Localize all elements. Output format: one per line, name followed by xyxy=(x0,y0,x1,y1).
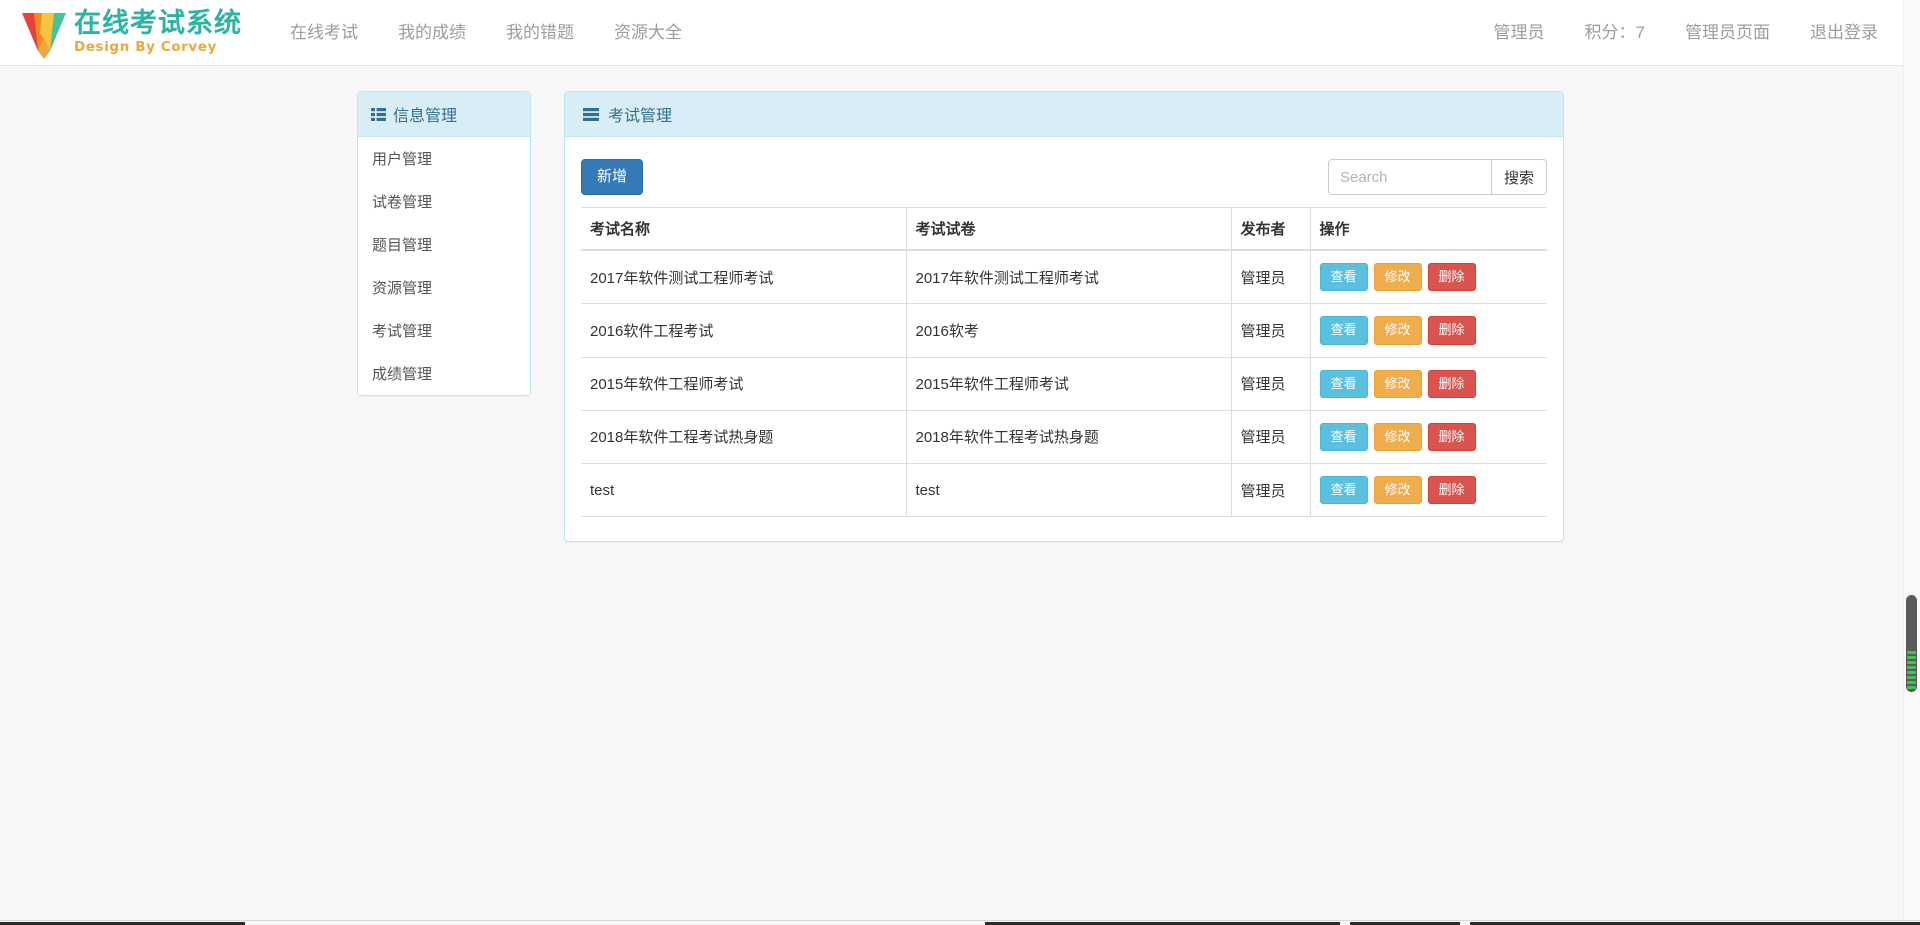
table-body: 2017年软件测试工程师考试 2017年软件测试工程师考试 管理员 查看 修改 … xyxy=(581,250,1547,518)
table-header-row: 考试名称 考试试卷 发布者 操作 xyxy=(581,207,1547,252)
edit-button[interactable]: 修改 xyxy=(1373,263,1422,292)
cell-publisher: 管理员 xyxy=(1231,303,1311,358)
cell-publisher: 管理员 xyxy=(1231,463,1311,518)
table-toolbar: 新增 搜索 xyxy=(581,159,1547,196)
panel-body: 新增 搜索 考试名称 考试试卷 发布者 操作 20 xyxy=(565,137,1563,541)
page-scrollbar-track[interactable] xyxy=(1903,0,1920,925)
cell-operations: 查看 修改 删除 xyxy=(1310,357,1547,411)
sidebar-header: 信息管理 xyxy=(358,92,530,137)
cell-exam-name: 2015年软件工程师考试 xyxy=(581,357,907,411)
row-actions: 查看 修改 删除 xyxy=(1319,316,1539,345)
cell-exam-paper: 2017年软件测试工程师考试 xyxy=(906,250,1232,305)
nav-item-resources[interactable]: 资源大全 xyxy=(594,0,702,66)
cell-exam-name: 2018年软件工程考试热身题 xyxy=(581,410,907,465)
search-group: 搜索 xyxy=(1327,159,1547,195)
edit-button[interactable]: 修改 xyxy=(1373,369,1422,398)
view-button[interactable]: 查看 xyxy=(1319,369,1368,398)
delete-button[interactable]: 删除 xyxy=(1427,316,1476,345)
scrollbar-marks-icon xyxy=(1907,641,1916,689)
table-row: 2015年软件工程师考试 2015年软件工程师考试 管理员 查看 修改 删除 xyxy=(581,357,1547,411)
cell-exam-name: 2016软件工程考试 xyxy=(581,303,907,358)
panel-header: 考试管理 xyxy=(565,92,1563,137)
search-button[interactable]: 搜索 xyxy=(1490,159,1547,195)
sidebar-item-question-management[interactable]: 题目管理 xyxy=(358,223,530,266)
chevron-v-logo-icon xyxy=(18,7,70,59)
cell-operations: 查看 修改 删除 xyxy=(1310,410,1547,465)
cell-publisher: 管理员 xyxy=(1231,250,1311,305)
cell-operations: 查看 修改 删除 xyxy=(1310,463,1547,518)
edit-button[interactable]: 修改 xyxy=(1373,476,1422,505)
align-justify-icon xyxy=(583,107,599,121)
cell-publisher: 管理员 xyxy=(1231,357,1311,411)
edit-button[interactable]: 修改 xyxy=(1373,316,1422,345)
cell-exam-name: 2017年软件测试工程师考试 xyxy=(581,250,907,305)
delete-button[interactable]: 删除 xyxy=(1427,263,1476,292)
info-management-sidebar: 信息管理 用户管理 试卷管理 题目管理 资源管理 考试管理 成绩管理 xyxy=(357,91,531,396)
table-row: 2018年软件工程考试热身题 2018年软件工程考试热身题 管理员 查看 修改 … xyxy=(581,410,1547,465)
cell-exam-paper: 2016软考 xyxy=(906,303,1232,358)
page-scrollbar-thumb[interactable] xyxy=(1906,595,1917,692)
column-header-publisher: 发布者 xyxy=(1231,207,1311,252)
row-actions: 查看 修改 删除 xyxy=(1319,369,1539,398)
nav-item-my-scores[interactable]: 我的成绩 xyxy=(378,0,486,66)
view-button[interactable]: 查看 xyxy=(1319,263,1368,292)
cell-exam-name: test xyxy=(581,463,907,518)
exam-management-panel: 考试管理 新增 搜索 考试名称 考试试卷 发布者 操作 xyxy=(564,91,1564,543)
brand-logo-link[interactable]: 在线考试系统 Design By Corvey xyxy=(18,5,242,61)
sidebar-item-resource-management[interactable]: 资源管理 xyxy=(358,266,530,309)
cell-exam-paper: 2018年软件工程考试热身题 xyxy=(906,410,1232,465)
panel-header-title: 考试管理 xyxy=(608,108,673,125)
cell-publisher: 管理员 xyxy=(1231,410,1311,465)
nav-item-logout[interactable]: 退出登录 xyxy=(1790,0,1898,66)
cell-operations: 查看 修改 删除 xyxy=(1310,250,1547,305)
sidebar-item-score-management[interactable]: 成绩管理 xyxy=(358,352,530,395)
sidebar-header-title: 信息管理 xyxy=(393,108,458,125)
primary-nav: 在线考试 我的成绩 我的错题 资源大全 xyxy=(270,0,702,66)
table-row: test test 管理员 查看 修改 删除 xyxy=(581,463,1547,518)
view-button[interactable]: 查看 xyxy=(1319,422,1368,451)
row-actions: 查看 修改 删除 xyxy=(1319,422,1539,451)
user-nav: 管理员 积分：7 管理员页面 退出登录 xyxy=(1474,0,1898,66)
nav-item-my-mistakes[interactable]: 我的错题 xyxy=(486,0,594,66)
nav-item-online-exam[interactable]: 在线考试 xyxy=(270,0,378,66)
column-header-exam-paper: 考试试卷 xyxy=(906,207,1232,252)
delete-button[interactable]: 删除 xyxy=(1427,422,1476,451)
sidebar-item-paper-management[interactable]: 试卷管理 xyxy=(358,180,530,223)
page-container: 信息管理 用户管理 试卷管理 题目管理 资源管理 考试管理 成绩管理 考试管理 xyxy=(0,66,1920,925)
cell-exam-paper: 2015年软件工程师考试 xyxy=(906,357,1232,411)
view-button[interactable]: 查看 xyxy=(1319,476,1368,505)
edit-button[interactable]: 修改 xyxy=(1373,422,1422,451)
sidebar-item-user-management[interactable]: 用户管理 xyxy=(358,137,530,180)
search-input[interactable] xyxy=(1327,159,1491,195)
sidebar-item-exam-management[interactable]: 考试管理 xyxy=(358,309,530,352)
cell-operations: 查看 修改 删除 xyxy=(1310,303,1547,358)
top-navbar: 在线考试系统 Design By Corvey 在线考试 我的成绩 我的错题 资… xyxy=(0,0,1920,66)
nav-item-points[interactable]: 积分：7 xyxy=(1565,0,1665,66)
add-button[interactable]: 新增 xyxy=(581,159,644,196)
brand-subtitle: Design By Corvey xyxy=(74,38,217,55)
table-head: 考试名称 考试试卷 发布者 操作 xyxy=(581,207,1547,252)
table-row: 2016软件工程考试 2016软考 管理员 查看 修改 删除 xyxy=(581,303,1547,358)
nav-item-admin-page[interactable]: 管理员页面 xyxy=(1665,0,1790,66)
nav-item-username[interactable]: 管理员 xyxy=(1474,0,1565,66)
cell-exam-paper: test xyxy=(906,463,1232,518)
delete-button[interactable]: 删除 xyxy=(1427,476,1476,505)
list-icon xyxy=(371,107,386,121)
sidebar-menu: 用户管理 试卷管理 题目管理 资源管理 考试管理 成绩管理 xyxy=(358,137,530,395)
exam-table: 考试名称 考试试卷 发布者 操作 2017年软件测试工程师考试 2017年软件测… xyxy=(581,207,1547,518)
delete-button[interactable]: 删除 xyxy=(1427,369,1476,398)
bottom-strip xyxy=(0,920,1920,925)
table-row: 2017年软件测试工程师考试 2017年软件测试工程师考试 管理员 查看 修改 … xyxy=(581,250,1547,305)
row-actions: 查看 修改 删除 xyxy=(1319,476,1539,505)
row-actions: 查看 修改 删除 xyxy=(1319,263,1539,292)
view-button[interactable]: 查看 xyxy=(1319,316,1368,345)
brand-title: 在线考试系统 xyxy=(74,8,242,40)
column-header-exam-name: 考试名称 xyxy=(581,207,907,252)
column-header-operations: 操作 xyxy=(1310,207,1547,252)
